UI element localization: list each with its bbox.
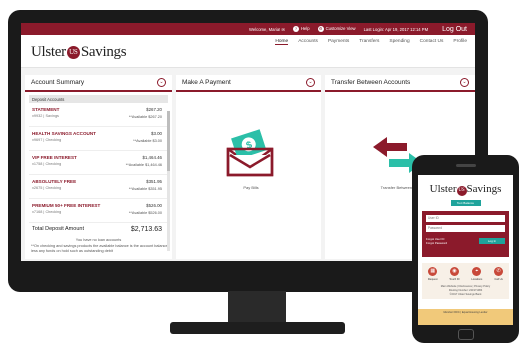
total-deposit-value: $2,713.63 xyxy=(130,226,162,233)
total-deposit-row: Total Deposit Amount $2,713.63 xyxy=(29,226,168,233)
total-deposit-label: Total Deposit Amount xyxy=(32,226,84,232)
account-name[interactable]: STATEMENT xyxy=(32,107,165,112)
pin-icon: ⌖ xyxy=(472,267,482,276)
account-row[interactable]: ABSOLUTELY FREE $351.95 x2675 | Checking… xyxy=(29,175,168,199)
nav-transfers[interactable]: Transfers xyxy=(359,39,379,45)
account-row[interactable]: VIP FREE INTEREST $1,464.46 x1758 | Chec… xyxy=(29,151,168,175)
nav-accounts[interactable]: Accounts xyxy=(298,39,318,45)
phone-speaker xyxy=(456,164,476,167)
logout-link[interactable]: Log Out xyxy=(442,26,467,33)
account-balance: $267.20 xyxy=(146,107,162,112)
collapse-chevron-icon[interactable]: ⌄ xyxy=(306,78,315,87)
nav-home[interactable]: Home xyxy=(275,39,289,45)
last-login-text: Last Login: Apr 19, 2017 12:14 PM xyxy=(363,26,429,32)
site-header: Ulster US Savings Home Accounts Payments T… xyxy=(21,35,475,68)
account-summary-panel: Account Summary ⌄ Deposit Accounts STATE… xyxy=(25,75,172,259)
deposit-accounts-header: Deposit Accounts xyxy=(29,95,168,103)
help-icon: ? xyxy=(293,26,299,32)
no-loans-text: You have no loan accounts xyxy=(75,238,122,242)
make-payment-title: Make A Payment xyxy=(182,79,231,86)
transfer-header: Transfer Between Accounts ⌄ xyxy=(325,75,475,92)
account-list-scrollbar[interactable] xyxy=(167,111,170,251)
nav-contact-us[interactable]: Contact Us xyxy=(420,39,444,45)
account-name[interactable]: HEALTH SAVINGS ACCOUNT xyxy=(32,131,165,136)
mobile-quick-icons: ▦ Request ◉ Touch ID ⌖ Locations ✆ Call Us xyxy=(422,263,509,283)
account-available: **Available $1,464.46 xyxy=(125,163,162,167)
customize-view-link[interactable]: ⚙ Customize View xyxy=(317,26,356,32)
account-summary-header: Account Summary ⌄ xyxy=(25,75,172,92)
quick-call-us[interactable]: ✆ Call Us xyxy=(494,267,504,281)
user-id-field[interactable]: User ID xyxy=(426,215,505,222)
account-available: **Available $267.20 xyxy=(128,115,162,119)
make-payment-header: Make A Payment ⌄ xyxy=(176,75,321,92)
account-balance: $1,464.46 xyxy=(142,155,162,160)
gear-icon: ⚙ xyxy=(317,26,324,32)
main-nav: Home Accounts Payments Transfers Spendin… xyxy=(275,39,467,45)
account-name[interactable]: PREMIUM 50+ FREE INTEREST xyxy=(32,203,165,208)
mobile-login-box: User ID Password Forgot User ID Forgot P… xyxy=(422,211,509,257)
scrollbar-thumb[interactable] xyxy=(167,111,170,171)
pay-bills-envelope-icon[interactable]: $ xyxy=(226,127,274,177)
text-balance-button[interactable]: Text Balance xyxy=(450,200,481,206)
desktop-screen: Welcome, Maria! ✉ ? Help ⚙ Customize View … xyxy=(21,23,475,261)
copyright: ©2017 Ulster Savings Bank xyxy=(449,293,482,296)
account-row[interactable]: HEALTH SAVINGS ACCOUNT $3.00 x9697 | Che… xyxy=(29,127,168,151)
help-link[interactable]: ? Help xyxy=(293,26,310,32)
password-field[interactable]: Password xyxy=(426,225,505,232)
account-row[interactable]: PREMIUM 50+ FREE INTEREST $526.00 x7168 … xyxy=(29,199,168,223)
login-button[interactable]: Log In xyxy=(479,238,505,244)
account-available: **Available $351.95 xyxy=(128,187,162,191)
phone-home-button xyxy=(458,329,474,340)
phone-icon: ✆ xyxy=(494,267,504,276)
monitor-stand xyxy=(170,322,345,334)
account-available: **Available $526.00 xyxy=(128,211,162,215)
account-summary-title: Account Summary xyxy=(31,79,85,86)
top-utility-bar: Welcome, Maria! ✉ ? Help ⚙ Customize View … xyxy=(21,23,475,35)
forgot-password-link[interactable]: Forgot Password xyxy=(426,241,447,245)
quick-request[interactable]: ▦ Request xyxy=(428,267,438,281)
welcome-text: Welcome, Maria! ✉ xyxy=(248,26,285,32)
quick-locations[interactable]: ⌖ Locations xyxy=(471,267,482,281)
nav-spending[interactable]: Spending xyxy=(389,39,409,45)
mobile-screen: Ulster US Savings Text Balance User ID Pas… xyxy=(418,175,513,325)
available-balance-disclaimer: **On checking and savings products the a… xyxy=(31,244,168,253)
account-balance: $526.00 xyxy=(146,203,162,208)
collapse-chevron-icon[interactable]: ⌄ xyxy=(157,78,166,87)
account-row[interactable]: STATEMENT $267.20 x9932 | Savings **Avai… xyxy=(29,103,168,127)
account-balance: $3.00 xyxy=(151,131,162,136)
calendar-icon: ▦ xyxy=(428,267,438,276)
logo-badge: US xyxy=(66,46,80,59)
monitor-neck xyxy=(228,291,286,325)
mobile-logo: Ulster US Savings xyxy=(429,183,502,196)
account-name[interactable]: ABSOLUTELY FREE xyxy=(32,179,165,184)
ulster-savings-logo[interactable]: Ulster US Savings xyxy=(31,44,127,61)
mobile-footer: Main Website | Disclosures | Privacy Pol… xyxy=(422,283,509,299)
make-payment-panel: Make A Payment ⌄ $ Pay Bills xyxy=(176,75,321,259)
logo-badge: US xyxy=(456,186,467,196)
account-balance: $351.95 xyxy=(146,179,162,184)
account-available: **Available $3.00 xyxy=(133,139,162,143)
collapse-chevron-icon[interactable]: ⌄ xyxy=(460,78,469,87)
quick-touch-id[interactable]: ◉ Touch ID xyxy=(449,267,460,281)
transfer-title: Transfer Between Accounts xyxy=(331,79,411,86)
mobile-bottom-note: Member FDIC | Equal Housing Lender xyxy=(418,309,513,325)
nav-profile[interactable]: Profile xyxy=(453,39,467,45)
forgot-links: Forgot User ID Forgot Password xyxy=(426,237,447,245)
badge-icon: ◉ xyxy=(449,267,459,276)
nav-payments[interactable]: Payments xyxy=(328,39,349,45)
mobile-phone: Ulster US Savings Text Balance User ID Pas… xyxy=(412,155,519,343)
pay-bills-label[interactable]: Pay Bills xyxy=(231,185,271,190)
